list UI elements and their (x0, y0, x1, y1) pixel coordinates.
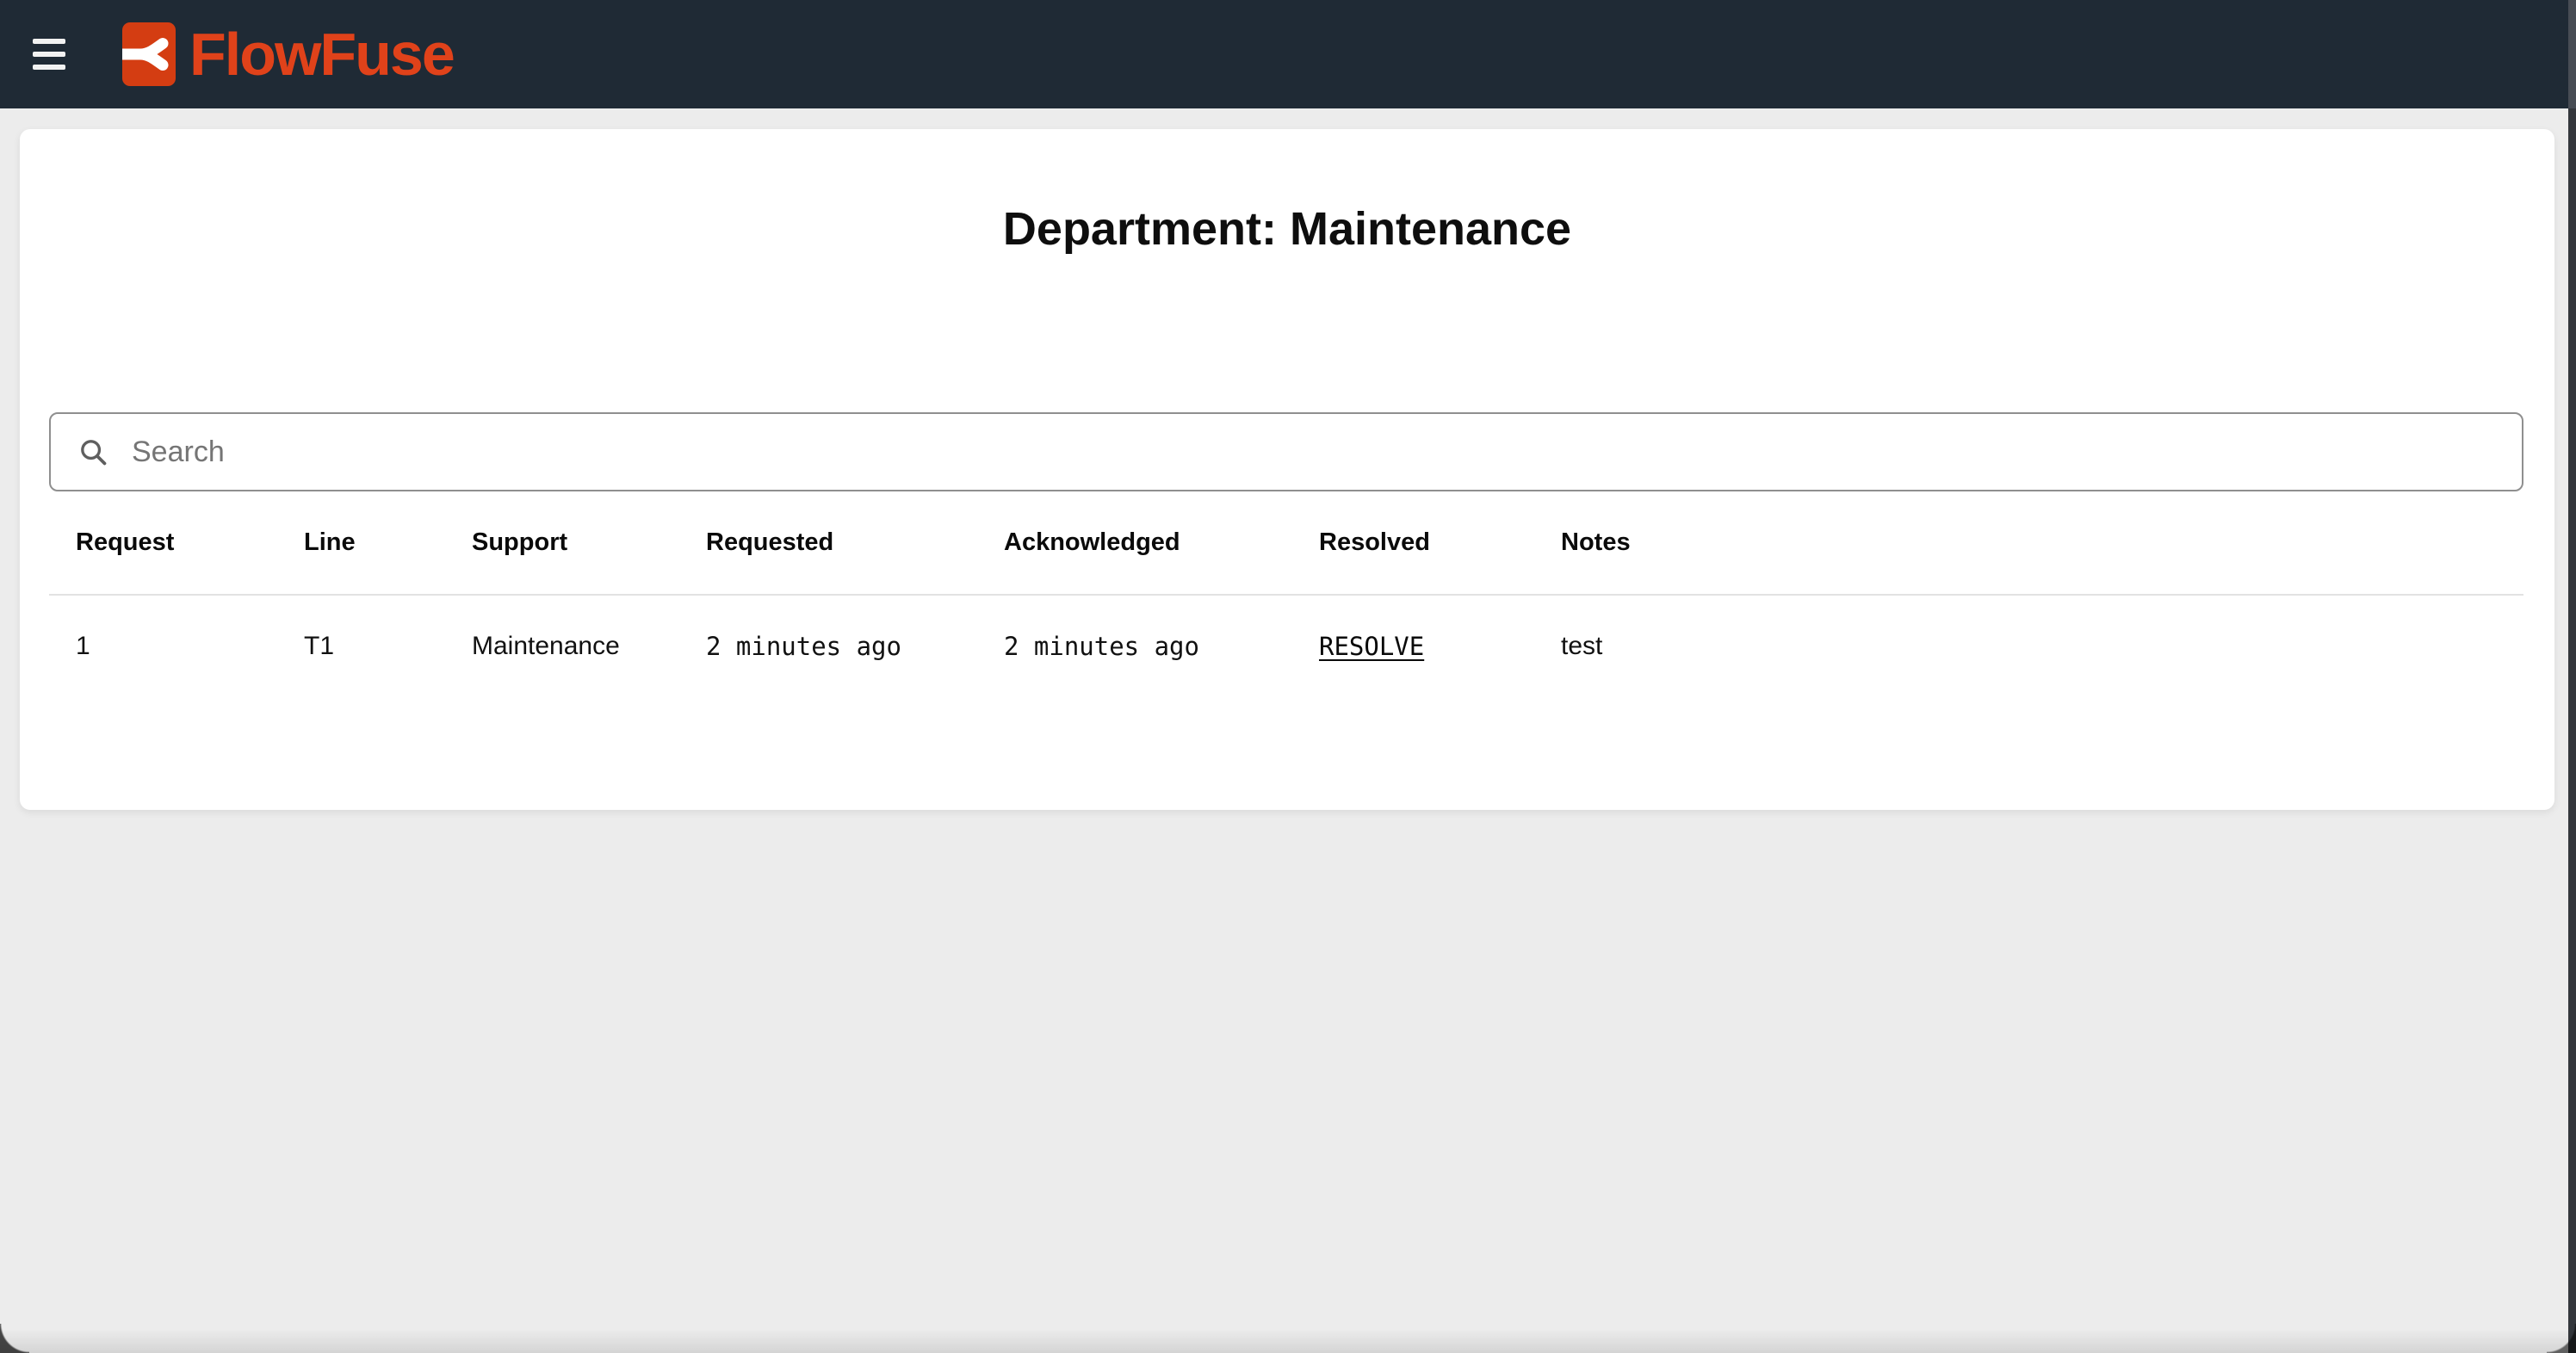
column-header-request: Request (49, 528, 277, 557)
cell-requested: 2 minutes ago (679, 632, 977, 661)
table-row: 1 T1 Maintenance 2 minutes ago 2 minutes… (49, 596, 2523, 697)
search-icon (77, 436, 109, 468)
search-box (49, 412, 2523, 491)
vertical-scrollbar[interactable] (2568, 0, 2576, 1353)
flowfuse-logo-tile (122, 22, 176, 86)
menu-icon (33, 39, 65, 44)
bottom-edge-shadow (0, 1329, 2576, 1353)
cell-acknowledged: 2 minutes ago (977, 632, 1292, 661)
column-header-resolved: Resolved (1292, 528, 1534, 557)
search-input[interactable] (132, 417, 2505, 486)
cell-line: T1 (277, 632, 445, 661)
dashboard-screen: FlowFuse Department: Maintenance Request… (0, 0, 2576, 1353)
table-header-row: Request Line Support Requested Acknowled… (49, 491, 2523, 596)
brand-name: FlowFuse (189, 24, 454, 84)
cell-request: 1 (49, 632, 277, 661)
resolve-link[interactable]: RESOLVE (1319, 632, 1424, 661)
requests-table: Request Line Support Requested Acknowled… (49, 491, 2523, 697)
flowfuse-branch-icon (122, 22, 176, 86)
menu-icon (33, 65, 65, 70)
column-header-line: Line (277, 528, 445, 557)
top-nav-bar: FlowFuse (0, 0, 2576, 108)
menu-icon (33, 52, 65, 57)
column-header-requested: Requested (679, 528, 977, 557)
menu-button[interactable] (33, 32, 77, 77)
column-header-support: Support (445, 528, 679, 557)
content-card: Department: Maintenance Request Line Sup… (20, 129, 2554, 810)
cell-notes: test (1534, 632, 2523, 661)
column-header-acknowledged: Acknowledged (977, 528, 1292, 557)
cell-support: Maintenance (445, 632, 679, 661)
page-title: Department: Maintenance (20, 202, 2554, 256)
column-header-notes: Notes (1534, 528, 2523, 557)
screen-corner-bottom-left (0, 1324, 29, 1353)
